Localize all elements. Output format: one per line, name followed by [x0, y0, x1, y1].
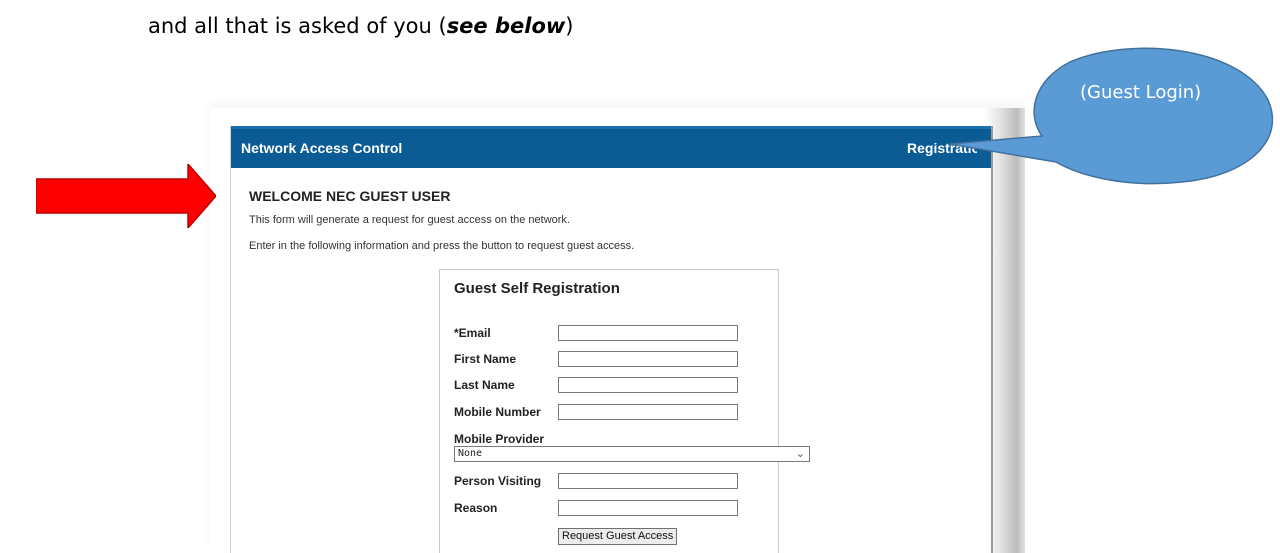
browser-window: Network Access Control Registration WELC… — [230, 126, 993, 553]
mobile-provider-label: Mobile Provider — [454, 432, 545, 446]
page-heading: WELCOME NEC GUEST USER — [249, 188, 451, 204]
red-arrow-icon — [36, 164, 216, 228]
mobile-provider-value: None — [458, 448, 483, 459]
intro-text-before: and all that is asked of you ( — [148, 14, 447, 38]
mobile-number-field[interactable] — [558, 404, 738, 420]
first-name-label: First Name — [454, 352, 517, 366]
form-title: Guest Self Registration — [454, 280, 620, 297]
request-guest-access-button[interactable]: Request Guest Access — [558, 528, 678, 545]
chevron-down-icon: ⌄ — [795, 447, 805, 460]
person-visiting-field[interactable] — [558, 473, 738, 489]
last-name-field[interactable] — [558, 377, 738, 393]
mobile-provider-select[interactable]: None ⌄ — [454, 446, 810, 462]
first-name-field[interactable] — [558, 351, 738, 367]
intro-emphasis: see below — [446, 14, 566, 38]
arrow-shape — [36, 164, 216, 228]
speech-bubble-shape — [949, 47, 1274, 185]
description-text-1: This form will generate a request for gu… — [249, 214, 570, 226]
app-title: Network Access Control — [241, 140, 403, 156]
reason-label: Reason — [454, 501, 498, 515]
description-text-2: Enter in the following information and p… — [249, 240, 635, 252]
reason-field[interactable] — [558, 500, 738, 516]
last-name-label: Last Name — [454, 378, 515, 392]
email-field[interactable] — [558, 325, 738, 341]
intro-text-after: ) — [565, 14, 574, 38]
app-header: Network Access Control Registration — [231, 126, 991, 168]
email-label: *Email — [454, 326, 491, 340]
person-visiting-label: Person Visiting — [454, 474, 542, 488]
intro-text: and all that is asked of you (see below) — [148, 14, 574, 38]
speech-bubble-icon — [949, 47, 1274, 185]
guest-registration-form: Guest Self Registration *Email First Nam… — [439, 269, 810, 553]
callout-text: (Guest Login) — [1080, 82, 1202, 103]
mobile-number-label: Mobile Number — [454, 405, 541, 419]
